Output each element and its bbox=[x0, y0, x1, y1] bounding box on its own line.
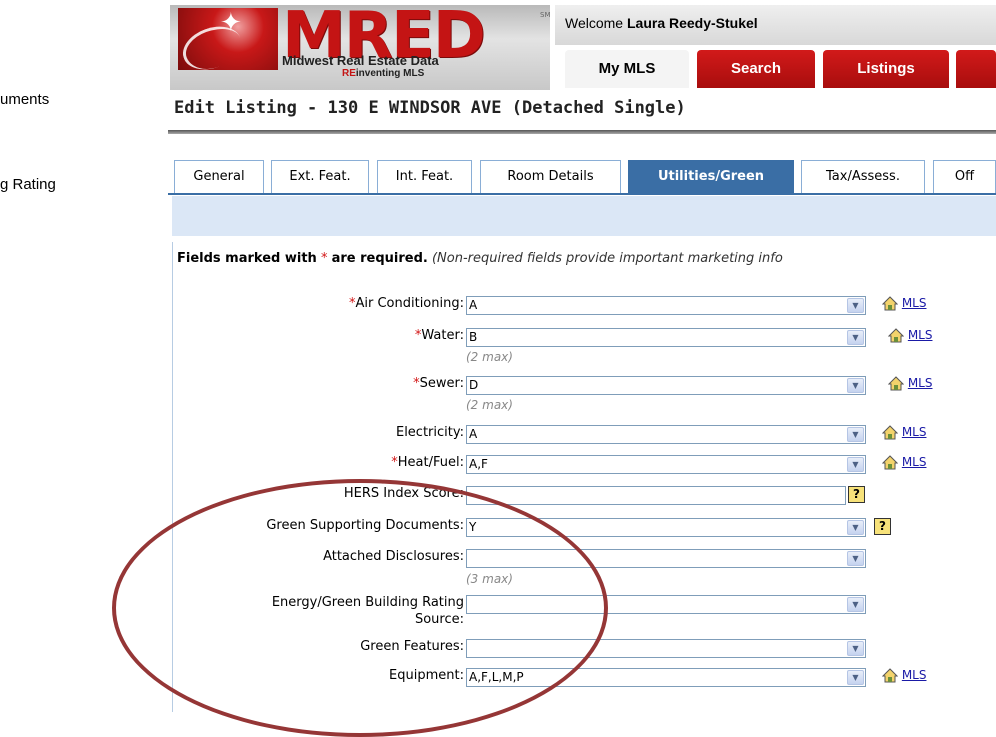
help-icon[interactable]: ? bbox=[848, 486, 865, 503]
chevron-down-icon[interactable]: ▼ bbox=[847, 520, 864, 535]
star-icon: ✦ bbox=[220, 8, 242, 38]
tab-utilities-green[interactable]: Utilities/Green bbox=[628, 160, 794, 194]
nav-tab-listings[interactable]: Listings bbox=[823, 50, 949, 88]
hers-input[interactable] bbox=[466, 486, 846, 505]
green-features-select[interactable]: ▼ bbox=[466, 639, 866, 658]
house-icon bbox=[888, 328, 904, 343]
logo-inventing: inventing MLS bbox=[355, 68, 425, 79]
nav-tab-my-mls[interactable]: My MLS bbox=[565, 50, 689, 88]
chevron-down-icon[interactable]: ▼ bbox=[847, 551, 864, 566]
chevron-down-icon[interactable]: ▼ bbox=[847, 457, 864, 472]
help-icon[interactable]: ? bbox=[874, 518, 891, 535]
water-select[interactable]: B ▼ bbox=[466, 328, 866, 347]
welcome-bar: Welcome Laura Reedy-Stukel bbox=[555, 5, 996, 45]
tab-room-details[interactable]: Room Details bbox=[480, 160, 621, 194]
chevron-down-icon[interactable]: ▼ bbox=[847, 378, 864, 393]
chevron-down-icon[interactable]: ▼ bbox=[847, 330, 864, 345]
chevron-down-icon[interactable]: ▼ bbox=[847, 641, 864, 656]
equipment-select[interactable]: A,F,L,M,P ▼ bbox=[466, 668, 866, 687]
mls-link[interactable]: MLS bbox=[908, 376, 933, 390]
sewer-max-hint: (2 max) bbox=[466, 398, 513, 412]
mls-link[interactable]: MLS bbox=[902, 425, 927, 439]
required-star: * bbox=[320, 251, 328, 266]
tab-ext-feat[interactable]: Ext. Feat. bbox=[271, 160, 369, 194]
house-icon bbox=[882, 425, 898, 440]
tab-panel-band bbox=[172, 196, 996, 236]
welcome-user: Laura Reedy-Stukel bbox=[626, 15, 758, 31]
mls-link[interactable]: MLS bbox=[902, 668, 927, 682]
energy-rating-label-line1: Energy/Green Building Rating bbox=[271, 595, 464, 610]
tab-general[interactable]: General bbox=[174, 160, 264, 194]
tab-tax-assess[interactable]: Tax/Assess. bbox=[801, 160, 925, 194]
mls-link[interactable]: MLS bbox=[908, 328, 933, 342]
sewer-label: *Sewer: bbox=[413, 376, 464, 391]
water-max-hint: (2 max) bbox=[466, 350, 513, 364]
green-docs-label: Green Supporting Documents: bbox=[266, 518, 464, 533]
nav-tab-search[interactable]: Search bbox=[697, 50, 815, 88]
house-icon bbox=[888, 376, 904, 391]
water-mls-link[interactable]: MLS bbox=[888, 328, 932, 343]
logo-emblem: ✦ bbox=[176, 8, 278, 78]
logo-trademark: SM bbox=[540, 11, 550, 19]
heat-fuel-select[interactable]: A,F ▼ bbox=[466, 455, 866, 474]
welcome-text: Welcome Laura Reedy-Stukel bbox=[565, 15, 758, 31]
air-conditioning-select[interactable]: A ▼ bbox=[466, 296, 866, 315]
heat-fuel-label: *Heat/Fuel: bbox=[391, 455, 464, 470]
heat-fuel-mls-link[interactable]: MLS bbox=[882, 455, 926, 470]
page-title: Edit Listing - 130 E WINDSOR AVE (Detach… bbox=[174, 98, 686, 118]
electricity-select[interactable]: A ▼ bbox=[466, 425, 866, 444]
electricity-label: Electricity: bbox=[395, 425, 464, 440]
attached-disclosures-max-hint: (3 max) bbox=[466, 572, 513, 586]
water-label: *Water: bbox=[414, 328, 464, 343]
mls-link[interactable]: MLS bbox=[902, 296, 927, 310]
sewer-mls-link[interactable]: MLS bbox=[888, 376, 932, 391]
chevron-down-icon[interactable]: ▼ bbox=[847, 670, 864, 685]
cropped-text-documents: uments bbox=[0, 91, 50, 108]
tab-strip-line bbox=[168, 193, 996, 195]
nav-tab-more[interactable] bbox=[956, 50, 996, 88]
logo-subtagline: REinventing MLS bbox=[342, 68, 424, 79]
hers-label: HERS Index Score: bbox=[343, 486, 464, 501]
required-fields-note: Fields marked with * are required. (Non-… bbox=[177, 251, 783, 266]
equipment-mls-link[interactable]: MLS bbox=[882, 668, 926, 683]
chevron-down-icon[interactable]: ▼ bbox=[847, 597, 864, 612]
mls-link[interactable]: MLS bbox=[902, 455, 927, 469]
air-conditioning-label: *Air Conditioning: bbox=[348, 296, 464, 311]
chevron-down-icon[interactable]: ▼ bbox=[847, 298, 864, 313]
mred-logo: ✦ MRED SM Midwest Real Estate Data REinv… bbox=[170, 5, 550, 90]
equipment-label: Equipment: bbox=[389, 668, 464, 683]
house-icon bbox=[882, 668, 898, 683]
green-features-label: Green Features: bbox=[360, 639, 464, 654]
cropped-text-rating: g Rating bbox=[0, 176, 56, 193]
attached-disclosures-select[interactable]: ▼ bbox=[466, 549, 866, 568]
house-icon bbox=[882, 296, 898, 311]
title-divider bbox=[168, 130, 996, 134]
attached-disclosures-label: Attached Disclosures: bbox=[323, 549, 464, 564]
welcome-prefix: Welcome bbox=[565, 15, 627, 31]
electricity-mls-link[interactable]: MLS bbox=[882, 425, 926, 440]
green-docs-select[interactable]: Y ▼ bbox=[466, 518, 866, 537]
energy-rating-label-line2: Source: bbox=[414, 612, 464, 627]
required-note-italic: (Non-required fields provide important m… bbox=[431, 251, 783, 266]
sewer-select[interactable]: D ▼ bbox=[466, 376, 866, 395]
air-conditioning-mls-link[interactable]: MLS bbox=[882, 296, 926, 311]
logo-tagline: Midwest Real Estate Data bbox=[282, 53, 439, 68]
chevron-down-icon[interactable]: ▼ bbox=[847, 427, 864, 442]
tab-int-feat[interactable]: Int. Feat. bbox=[377, 160, 472, 194]
energy-rating-select[interactable]: ▼ bbox=[466, 595, 866, 614]
house-icon bbox=[882, 455, 898, 470]
required-note-suffix: are required. bbox=[331, 251, 428, 266]
logo-re: RE bbox=[342, 68, 356, 79]
tab-off[interactable]: Off bbox=[933, 160, 996, 194]
required-note-prefix: Fields marked with bbox=[177, 251, 317, 266]
